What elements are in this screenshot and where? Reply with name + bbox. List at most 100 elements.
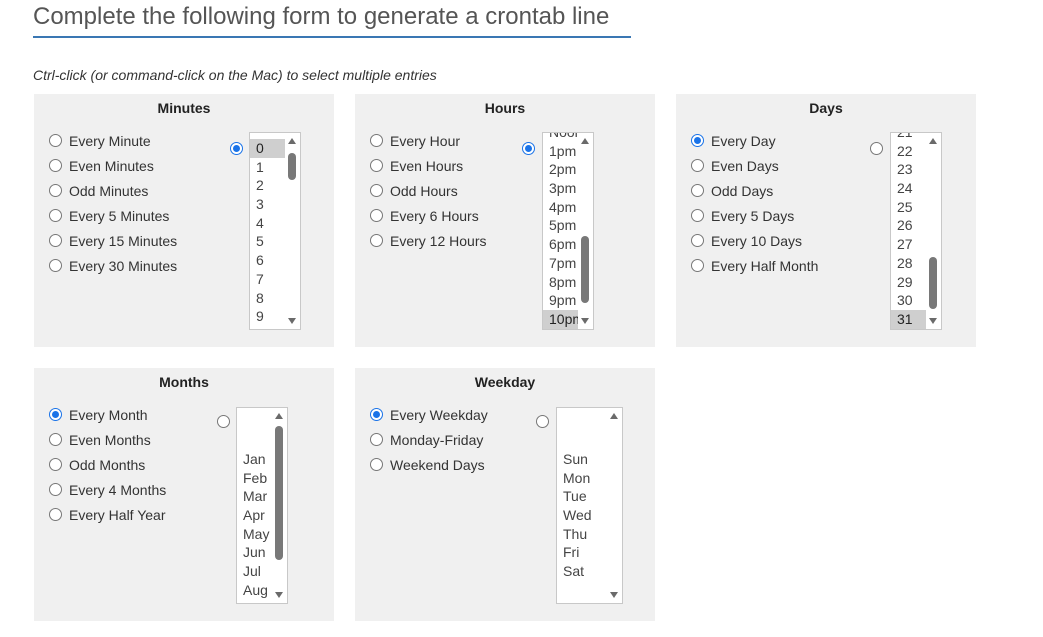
minutes-option-even-minutes[interactable]: Even Minutes bbox=[49, 153, 177, 178]
days-scrollbar[interactable] bbox=[926, 133, 941, 329]
scroll-up-arrow-icon[interactable] bbox=[288, 138, 296, 144]
days-listbox[interactable]: 21 22 23 24 25 26 27 28 29 30 31 bbox=[890, 132, 942, 330]
hours-list-item[interactable]: 10pm bbox=[543, 309, 584, 329]
weekday-option-weekend-days[interactable]: Weekend Days bbox=[370, 452, 488, 477]
scroll-down-arrow-icon[interactable] bbox=[581, 318, 589, 324]
radio-button[interactable] bbox=[370, 159, 383, 172]
months-list-item[interactable]: Jun bbox=[237, 543, 272, 562]
days-option-odd-days[interactable]: Odd Days bbox=[691, 178, 818, 203]
weekday-list-item[interactable]: Wed bbox=[557, 506, 607, 525]
hours-list-item[interactable]: 3pm bbox=[543, 179, 578, 198]
weekday-list-radio[interactable] bbox=[536, 415, 549, 428]
months-option-every-4-months[interactable]: Every 4 Months bbox=[49, 477, 166, 502]
minutes-list-item[interactable]: 7 bbox=[250, 270, 285, 289]
weekday-list-item[interactable]: Thu bbox=[557, 525, 607, 544]
months-list-item[interactable]: May bbox=[237, 525, 272, 544]
hours-option-even-hours[interactable]: Even Hours bbox=[370, 153, 486, 178]
radio-button[interactable] bbox=[691, 209, 704, 222]
months-list-radio[interactable] bbox=[217, 415, 230, 428]
weekday-listbox[interactable]: Sun Mon Tue Wed Thu Fri Sat bbox=[556, 407, 623, 604]
hours-list-radio[interactable] bbox=[522, 142, 535, 155]
radio-button[interactable] bbox=[49, 234, 62, 247]
radio-button[interactable] bbox=[691, 234, 704, 247]
weekday-list-item[interactable]: Sun bbox=[557, 450, 607, 469]
months-listbox[interactable]: JanFebMarAprMayJunJulAugSepOct bbox=[236, 407, 288, 604]
minutes-list-item[interactable]: 3 bbox=[250, 195, 285, 214]
months-list-item[interactable]: Sep bbox=[237, 600, 272, 604]
months-option-every-half-year[interactable]: Every Half Year bbox=[49, 502, 166, 527]
hours-list-item[interactable]: 7pm bbox=[543, 254, 578, 273]
minutes-list-item[interactable]: 8 bbox=[250, 289, 285, 308]
days-option-every-10-days[interactable]: Every 10 Days bbox=[691, 228, 818, 253]
radio-button[interactable] bbox=[49, 184, 62, 197]
radio-button[interactable] bbox=[370, 433, 383, 446]
minutes-list-item[interactable]: 5 bbox=[250, 232, 285, 251]
months-option-odd-months[interactable]: Odd Months bbox=[49, 452, 166, 477]
minutes-list-item[interactable]: 9 bbox=[250, 307, 285, 326]
hours-scrollbar[interactable] bbox=[578, 133, 593, 329]
scroll-down-arrow-icon[interactable] bbox=[610, 592, 618, 598]
radio-button[interactable] bbox=[370, 408, 383, 421]
hours-option-odd-hours[interactable]: Odd Hours bbox=[370, 178, 486, 203]
days-list-item[interactable]: 28 bbox=[891, 254, 926, 273]
weekday-option-every-weekday[interactable]: Every Weekday bbox=[370, 402, 488, 427]
minutes-option-every-30-minutes[interactable]: Every 30 Minutes bbox=[49, 253, 177, 278]
radio-button[interactable] bbox=[49, 483, 62, 496]
scroll-thumb[interactable] bbox=[288, 153, 296, 180]
minutes-option-every-5-minutes[interactable]: Every 5 Minutes bbox=[49, 203, 177, 228]
radio-button[interactable] bbox=[49, 458, 62, 471]
days-list-radio[interactable] bbox=[870, 142, 883, 155]
days-list-item[interactable]: 24 bbox=[891, 179, 926, 198]
scroll-up-arrow-icon[interactable] bbox=[610, 413, 618, 419]
minutes-scrollbar[interactable] bbox=[285, 133, 300, 329]
hours-list-item[interactable]: 2pm bbox=[543, 160, 578, 179]
days-option-every-day[interactable]: Every Day bbox=[691, 128, 818, 153]
hours-option-every-6-hours[interactable]: Every 6 Hours bbox=[370, 203, 486, 228]
radio-button[interactable] bbox=[370, 234, 383, 247]
radio-button[interactable] bbox=[370, 184, 383, 197]
days-list-item[interactable]: 27 bbox=[891, 235, 926, 254]
radio-button[interactable] bbox=[49, 408, 62, 421]
radio-button[interactable] bbox=[691, 259, 704, 272]
minutes-list-item[interactable]: 0 bbox=[250, 139, 285, 158]
radio-button[interactable] bbox=[49, 134, 62, 147]
radio-button[interactable] bbox=[370, 209, 383, 222]
scroll-down-arrow-icon[interactable] bbox=[929, 318, 937, 324]
days-option-every-5-days[interactable]: Every 5 Days bbox=[691, 203, 818, 228]
radio-button[interactable] bbox=[691, 134, 704, 147]
months-list-item[interactable]: Mar bbox=[237, 487, 272, 506]
months-scrollbar[interactable] bbox=[272, 408, 287, 603]
weekday-list-item[interactable]: Tue bbox=[557, 487, 607, 506]
hours-list-item[interactable]: 9pm bbox=[543, 291, 578, 310]
days-list-item[interactable]: 29 bbox=[891, 273, 926, 292]
days-list-item[interactable]: 22 bbox=[891, 142, 926, 161]
hours-listbox[interactable]: Noon 1pm 2pm 3pm 4pm 5pm 6pm 7pm 8pm 9pm 10pm bbox=[542, 132, 594, 330]
radio-button[interactable] bbox=[370, 458, 383, 471]
scroll-up-arrow-icon[interactable] bbox=[275, 413, 283, 419]
weekday-list-item[interactable]: Mon bbox=[557, 469, 607, 488]
hours-list-item[interactable]: 6pm bbox=[543, 235, 578, 254]
radio-button[interactable] bbox=[691, 159, 704, 172]
hours-option-every-12-hours[interactable]: Every 12 Hours bbox=[370, 228, 486, 253]
months-list-item[interactable]: Apr bbox=[237, 506, 272, 525]
scroll-down-arrow-icon[interactable] bbox=[275, 592, 283, 598]
days-list-item[interactable]: 25 bbox=[891, 198, 926, 217]
hours-list-item[interactable]: 4pm bbox=[543, 198, 578, 217]
radio-button[interactable] bbox=[49, 433, 62, 446]
radio-button[interactable] bbox=[49, 209, 62, 222]
scroll-thumb[interactable] bbox=[581, 236, 589, 303]
minutes-list-item[interactable]: 2 bbox=[250, 176, 285, 195]
scroll-up-arrow-icon[interactable] bbox=[929, 138, 937, 144]
days-list-item[interactable]: 26 bbox=[891, 216, 926, 235]
days-option-every-half-month[interactable]: Every Half Month bbox=[691, 253, 818, 278]
hours-list-item[interactable]: 5pm bbox=[543, 216, 578, 235]
minutes-list-item[interactable]: 4 bbox=[250, 214, 285, 233]
minutes-list-item[interactable]: 1 bbox=[250, 158, 285, 177]
radio-button[interactable] bbox=[370, 134, 383, 147]
hours-list-item[interactable]: 1pm bbox=[543, 142, 578, 161]
weekday-list-item[interactable]: Fri bbox=[557, 543, 607, 562]
months-option-every-month[interactable]: Every Month bbox=[49, 402, 166, 427]
minutes-listbox[interactable]: 0123456789 bbox=[249, 132, 301, 330]
days-list-item[interactable]: 30 bbox=[891, 291, 926, 310]
months-list-item[interactable]: Aug bbox=[237, 581, 272, 600]
